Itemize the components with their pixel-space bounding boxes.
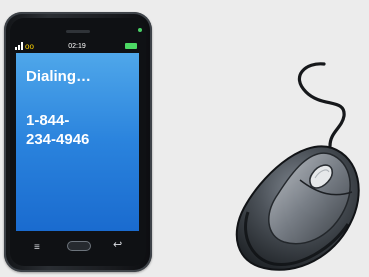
phone-nav-bar: ≡ ↩ (16, 237, 140, 255)
dialed-number-line-1: 1-844- (26, 112, 70, 129)
computer-mouse-icon (235, 62, 360, 271)
dialed-number-line-2: 234-4946 (26, 131, 90, 148)
dialed-number: 1-844- 234-4946 (26, 111, 136, 149)
status-bar: oo 02:19 (15, 41, 139, 52)
battery-icon (125, 43, 137, 49)
notification-led (138, 28, 142, 32)
dialing-status: Dialing… (26, 68, 92, 85)
status-time: 02:19 (68, 43, 86, 50)
phone-screen: Dialing… 1-844- 234-4946 (16, 53, 139, 231)
mouse-cable (297, 62, 346, 148)
menu-icon[interactable]: ≡ (34, 243, 40, 253)
earpiece (66, 30, 90, 33)
home-button[interactable] (67, 241, 91, 251)
back-icon[interactable]: ↩ (113, 240, 122, 251)
illustration-scene: oo 02:19 Dialing… 1-844- 234-4946 ≡ ↩ (0, 0, 369, 277)
